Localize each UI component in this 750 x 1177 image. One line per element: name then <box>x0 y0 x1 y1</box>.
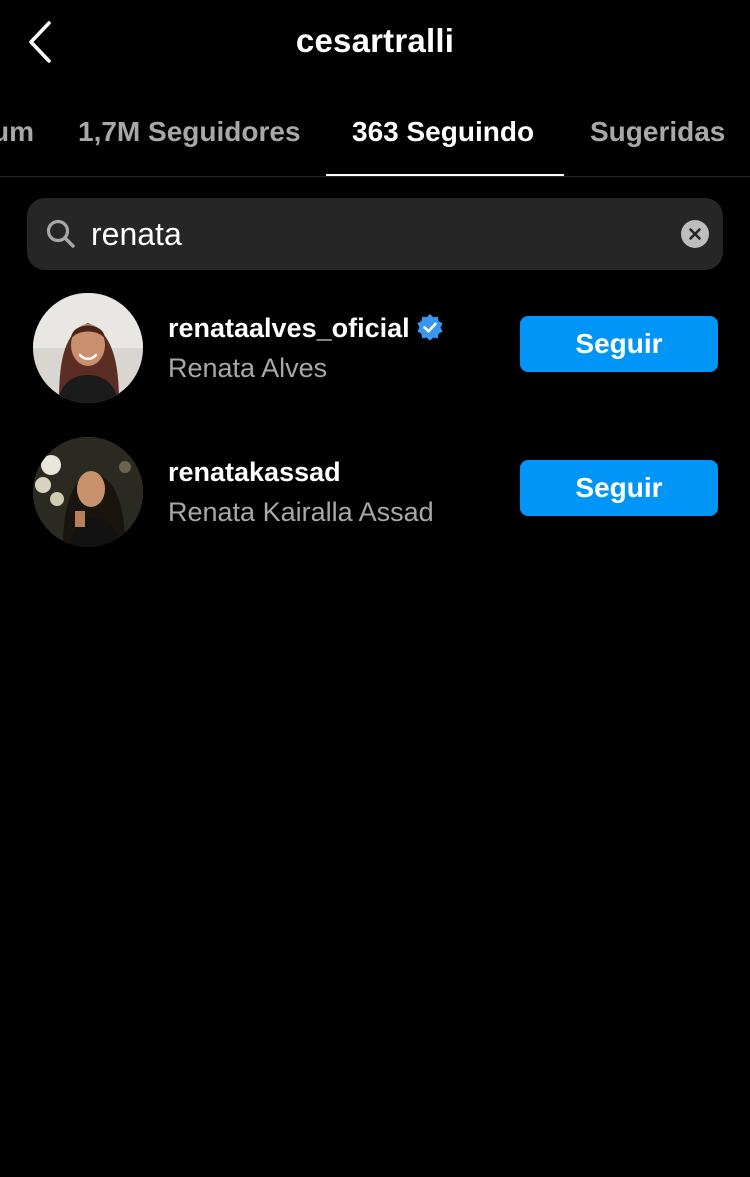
search-bar <box>27 198 723 270</box>
tab-following[interactable]: 363 Seguindo <box>352 88 534 176</box>
clear-search-button[interactable] <box>681 220 709 248</box>
avatar[interactable] <box>33 437 143 547</box>
active-tab-indicator <box>326 174 564 176</box>
page-title: cesartralli <box>295 22 455 59</box>
verified-badge-icon <box>417 314 443 341</box>
header-bar: cesartralli <box>0 0 750 88</box>
tab-bar: um 1,7M Seguidores 363 Seguindo Sugerida… <box>0 88 750 177</box>
tab-followers[interactable]: 1,7M Seguidores <box>78 88 301 176</box>
tab-partial[interactable]: um <box>0 88 34 176</box>
search-input[interactable] <box>91 198 671 270</box>
full-name: Renata Kairalla Assad <box>168 497 434 527</box>
follow-button[interactable]: Seguir <box>520 316 718 372</box>
username-text: renatakassad <box>168 457 341 487</box>
username-link[interactable]: renataalves_oficial <box>168 313 444 344</box>
clear-icon <box>689 228 701 240</box>
follow-button[interactable]: Seguir <box>520 460 718 516</box>
username-text: renataalves_oficial <box>168 313 410 343</box>
search-icon <box>45 218 77 250</box>
list-item[interactable]: renatakassad Renata Kairalla Assad Segui… <box>0 427 750 557</box>
avatar[interactable] <box>33 293 143 403</box>
tab-suggested[interactable]: Sugeridas <box>590 88 725 176</box>
username-link[interactable]: renatakassad <box>168 457 341 488</box>
list-item[interactable]: renataalves_oficial Renata Alves Seguir <box>0 283 750 413</box>
full-name: Renata Alves <box>168 353 328 383</box>
